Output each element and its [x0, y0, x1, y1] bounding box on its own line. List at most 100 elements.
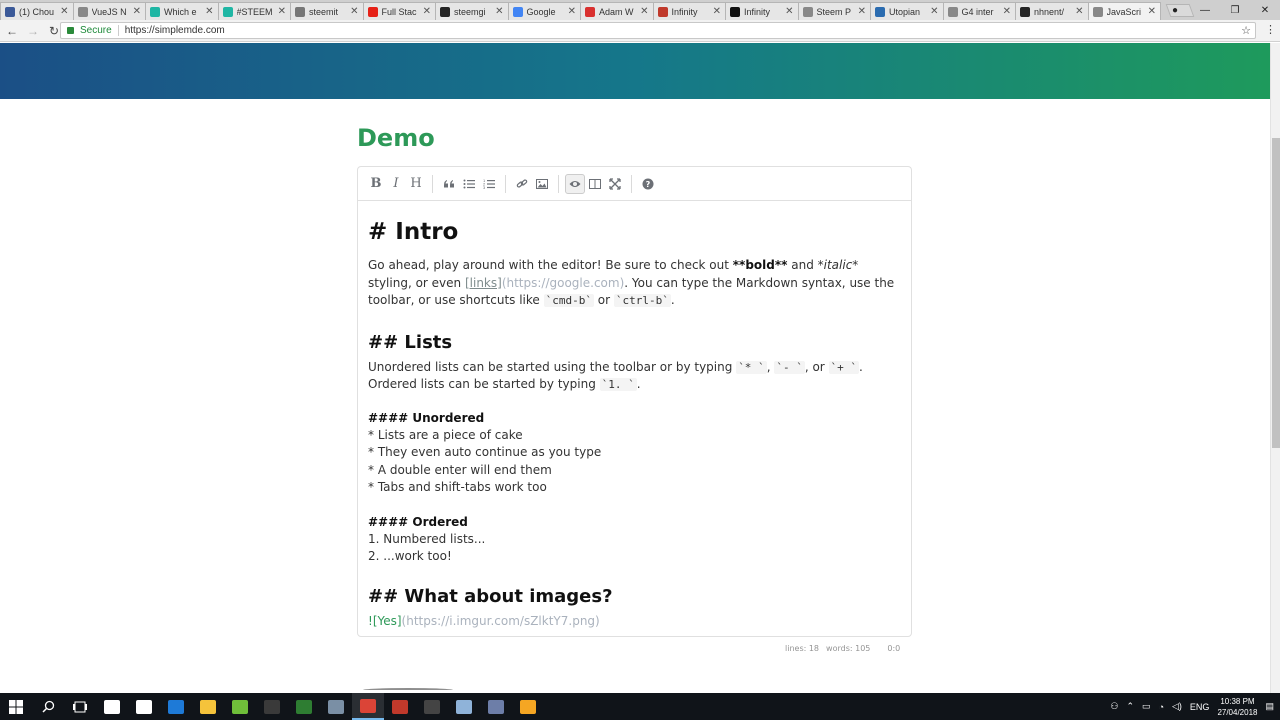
text-segment: .	[670, 293, 675, 307]
task-view-icon[interactable]	[64, 693, 96, 720]
taskbar-app-icon[interactable]	[128, 693, 160, 720]
tab-close-icon[interactable]: ✕	[785, 6, 793, 17]
browser-tab[interactable]: nhnent/ ✕	[1015, 2, 1089, 20]
minimize-button[interactable]: —	[1190, 5, 1220, 16]
tab-close-icon[interactable]: ✕	[930, 6, 938, 17]
taskbar-app-icon[interactable]	[512, 693, 544, 720]
tab-close-icon[interactable]: ✕	[568, 6, 576, 17]
profile-icon[interactable]: ●	[1160, 5, 1190, 16]
notifications-icon[interactable]: ▤	[1265, 701, 1274, 712]
forward-button[interactable]: →	[24, 24, 42, 38]
page-title: Demo	[357, 124, 435, 152]
fullscreen-icon[interactable]	[605, 174, 625, 194]
side-by-side-icon[interactable]	[585, 174, 605, 194]
app-glyph-icon	[456, 699, 472, 714]
tab-close-icon[interactable]: ✕	[1003, 6, 1011, 17]
taskbar-app-icon[interactable]	[384, 693, 416, 720]
browser-tab[interactable]: Steem P ✕	[797, 2, 871, 20]
browser-tab[interactable]: (1) Chou ✕	[0, 2, 74, 20]
tab-close-icon[interactable]: ✕	[640, 6, 648, 17]
tab-close-icon[interactable]: ✕	[60, 6, 68, 17]
people-icon[interactable]: ⚇	[1110, 701, 1118, 712]
taskbar-app-icon[interactable]	[288, 693, 320, 720]
tab-close-icon[interactable]: ✕	[133, 6, 141, 17]
help-icon[interactable]: ?	[638, 174, 658, 194]
browser-tab[interactable]: JavaScri ✕	[1087, 2, 1161, 20]
taskbar-app-icon[interactable]	[448, 693, 480, 720]
browser-tab[interactable]: Full Stac ✕	[362, 2, 436, 20]
image-alt-text: [Yes]	[372, 613, 402, 628]
tab-close-icon[interactable]: ✕	[1148, 6, 1156, 17]
taskbar-app-icon[interactable]	[480, 693, 512, 720]
browser-tab[interactable]: Which e ✕	[145, 2, 219, 20]
markdown-editor[interactable]: # Intro Go ahead, play around with the e…	[357, 200, 912, 637]
browser-tab[interactable]: Utopian ✕	[870, 2, 944, 20]
browser-tab[interactable]: Adam W ✕	[580, 2, 654, 20]
heading-icon[interactable]: H	[406, 174, 426, 194]
line-count: lines: 18	[785, 644, 820, 653]
taskbar-app-icon[interactable]	[96, 693, 128, 720]
browser-tab[interactable]: #STEEM ✕	[217, 2, 291, 20]
tab-favicon-icon	[947, 6, 958, 17]
page-scrollbar[interactable]	[1270, 43, 1280, 693]
language-indicator[interactable]: ENG	[1190, 702, 1210, 712]
bold-icon[interactable]: B	[366, 174, 386, 194]
unordered-list-line: * They even auto continue as you type	[368, 445, 602, 459]
browser-tab[interactable]: Infinity ✕	[652, 2, 726, 20]
unordered-list-line: * Lists are a piece of cake	[368, 427, 523, 442]
volume-icon[interactable]: ◁)	[1172, 701, 1182, 712]
preview-icon[interactable]	[565, 173, 585, 194]
tab-close-icon[interactable]: ✕	[278, 6, 286, 17]
toolbar-separator	[631, 174, 632, 193]
toolbar-separator	[558, 174, 559, 193]
text-segment: , or	[804, 359, 829, 374]
browser-tab[interactable]: G4 inter ✕	[942, 2, 1016, 20]
network-icon[interactable]: ◔	[1159, 702, 1164, 712]
browser-tab[interactable]: steemit ✕	[290, 2, 364, 20]
secure-label: Secure	[80, 25, 112, 36]
tab-close-icon[interactable]: ✕	[713, 6, 721, 17]
taskbar-app-icon[interactable]	[416, 693, 448, 720]
back-button[interactable]: ←	[3, 24, 21, 38]
quote-icon[interactable]	[439, 174, 459, 194]
browser-tab[interactable]: VueJS N ✕	[72, 2, 146, 20]
browser-tab[interactable]: Google ✕	[507, 2, 581, 20]
taskbar-app-icon[interactable]	[192, 693, 224, 720]
tab-close-icon[interactable]: ✕	[423, 6, 431, 17]
start-button[interactable]	[0, 693, 32, 720]
battery-icon[interactable]: ▭	[1142, 701, 1151, 712]
taskbar-app-icon[interactable]	[352, 693, 384, 720]
tray-expand-icon[interactable]: ⌃	[1127, 701, 1135, 712]
unordered-list-icon[interactable]	[459, 174, 479, 194]
tab-favicon-icon	[295, 6, 305, 17]
link-icon[interactable]	[512, 174, 532, 194]
taskbar-app-icon[interactable]	[224, 693, 256, 720]
cut-off-heading-fragment	[363, 688, 453, 692]
tab-close-icon[interactable]: ✕	[858, 6, 866, 17]
link-sample-url: (https://google.com)	[501, 275, 625, 290]
text-segment: Unordered lists can be started using the…	[368, 359, 737, 374]
tab-close-icon[interactable]: ✕	[1075, 6, 1083, 17]
hero-banner	[0, 43, 1270, 99]
browser-tab[interactable]: steemgi ✕	[435, 2, 509, 20]
url-text: https://simplemde.com	[124, 25, 225, 36]
taskbar-app-icon[interactable]	[320, 693, 352, 720]
tab-close-icon[interactable]: ✕	[495, 6, 503, 17]
taskbar-app-icon[interactable]	[160, 693, 192, 720]
tab-close-icon[interactable]: ✕	[350, 6, 358, 17]
clock[interactable]: 10:38 PM 27/04/2018	[1217, 696, 1257, 718]
browser-menu-icon[interactable]: ⋮	[1265, 23, 1276, 36]
italic-icon[interactable]: I	[386, 174, 406, 194]
browser-tab[interactable]: Infinity ✕	[725, 2, 799, 20]
image-icon[interactable]	[532, 174, 552, 194]
search-icon[interactable]	[32, 693, 64, 720]
tab-close-icon[interactable]: ✕	[205, 6, 213, 17]
address-bar[interactable]: Secure https://simplemde.com ☆	[60, 22, 1256, 39]
ordered-list-icon[interactable]: 123	[479, 174, 499, 194]
close-window-button[interactable]: ✕	[1250, 5, 1280, 16]
bookmark-star-icon[interactable]: ☆	[1241, 24, 1251, 37]
clock-date: 27/04/2018	[1217, 707, 1258, 717]
scrollbar-thumb[interactable]	[1272, 138, 1280, 448]
taskbar-app-icon[interactable]	[256, 693, 288, 720]
restore-button[interactable]: ❐	[1220, 5, 1250, 16]
